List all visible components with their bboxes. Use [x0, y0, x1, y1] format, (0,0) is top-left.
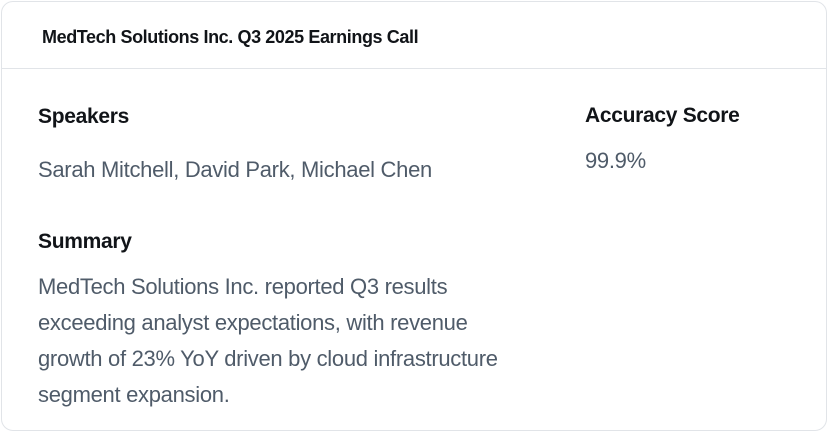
card-title: MedTech Solutions Inc. Q3 2025 Earnings … [42, 27, 419, 47]
speakers-heading: Speakers [38, 105, 130, 128]
summary-heading: Summary [38, 230, 132, 253]
accuracy-score-value: 99.9% [585, 148, 646, 173]
summary-text: MedTech Solutions Inc. reported Q3 resul… [38, 274, 498, 407]
earnings-call-card: MedTech Solutions Inc. Q3 2025 Earnings … [1, 1, 827, 431]
card-header: MedTech Solutions Inc. Q3 2025 Earnings … [2, 2, 826, 69]
accuracy-score-heading: Accuracy Score [585, 104, 740, 127]
speakers-value: Sarah Mitchell, David Park, Michael Chen [38, 157, 432, 182]
